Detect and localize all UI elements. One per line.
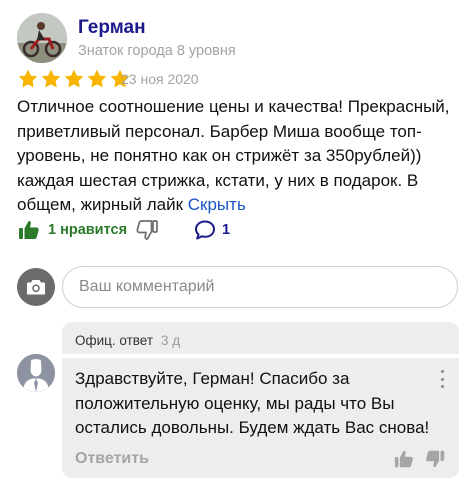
reply-dislike-button[interactable] [424,448,446,470]
dislike-button[interactable] [135,218,159,242]
camera-icon [27,280,45,295]
official-reply-card: Офиц. ответ 3 д Здравствуйте, Герман! Сп… [62,322,459,478]
attach-photo-button[interactable] [17,268,55,306]
star-icon [18,69,38,88]
author-name[interactable]: Герман [78,17,146,39]
more-options-icon[interactable] [439,370,445,388]
comment-input[interactable] [62,266,458,308]
star-icon [41,69,61,88]
star-icon [87,69,107,88]
rating-stars [17,68,131,90]
thumbs-up-icon [394,450,413,468]
like-count: 1 нравится [48,222,128,238]
comments-count: 1 [222,222,231,238]
star-icon [64,69,84,88]
comments-button[interactable]: 1 [193,218,230,242]
reply-like-button[interactable] [393,448,415,470]
reply-avatar [17,354,55,392]
hide-review-link[interactable]: Скрыть [188,195,246,214]
thumbs-down-icon [426,450,445,468]
comment-bubble-icon [195,220,215,240]
thumbs-up-icon [19,221,39,239]
review-date: 23 ноя 2020 [121,71,199,87]
author-avatar[interactable] [17,13,67,63]
reply-time: 3 д [161,333,181,348]
author-level: Знаток города 8 уровня [78,43,236,59]
person-silhouette-icon [17,354,55,392]
official-reply-label: Офиц. ответ [75,333,154,348]
review-text: Отличное соотношение цены и качества! Пр… [17,95,467,218]
reply-button[interactable]: Ответить [75,450,149,468]
reply-divider [62,354,459,358]
reply-text: Здравствуйте, Герман! Спасибо за положит… [75,369,430,437]
like-button[interactable]: 1 нравится [17,218,127,242]
reply-header: Офиц. ответ 3 д [75,333,180,348]
thumbs-down-icon [136,220,158,240]
